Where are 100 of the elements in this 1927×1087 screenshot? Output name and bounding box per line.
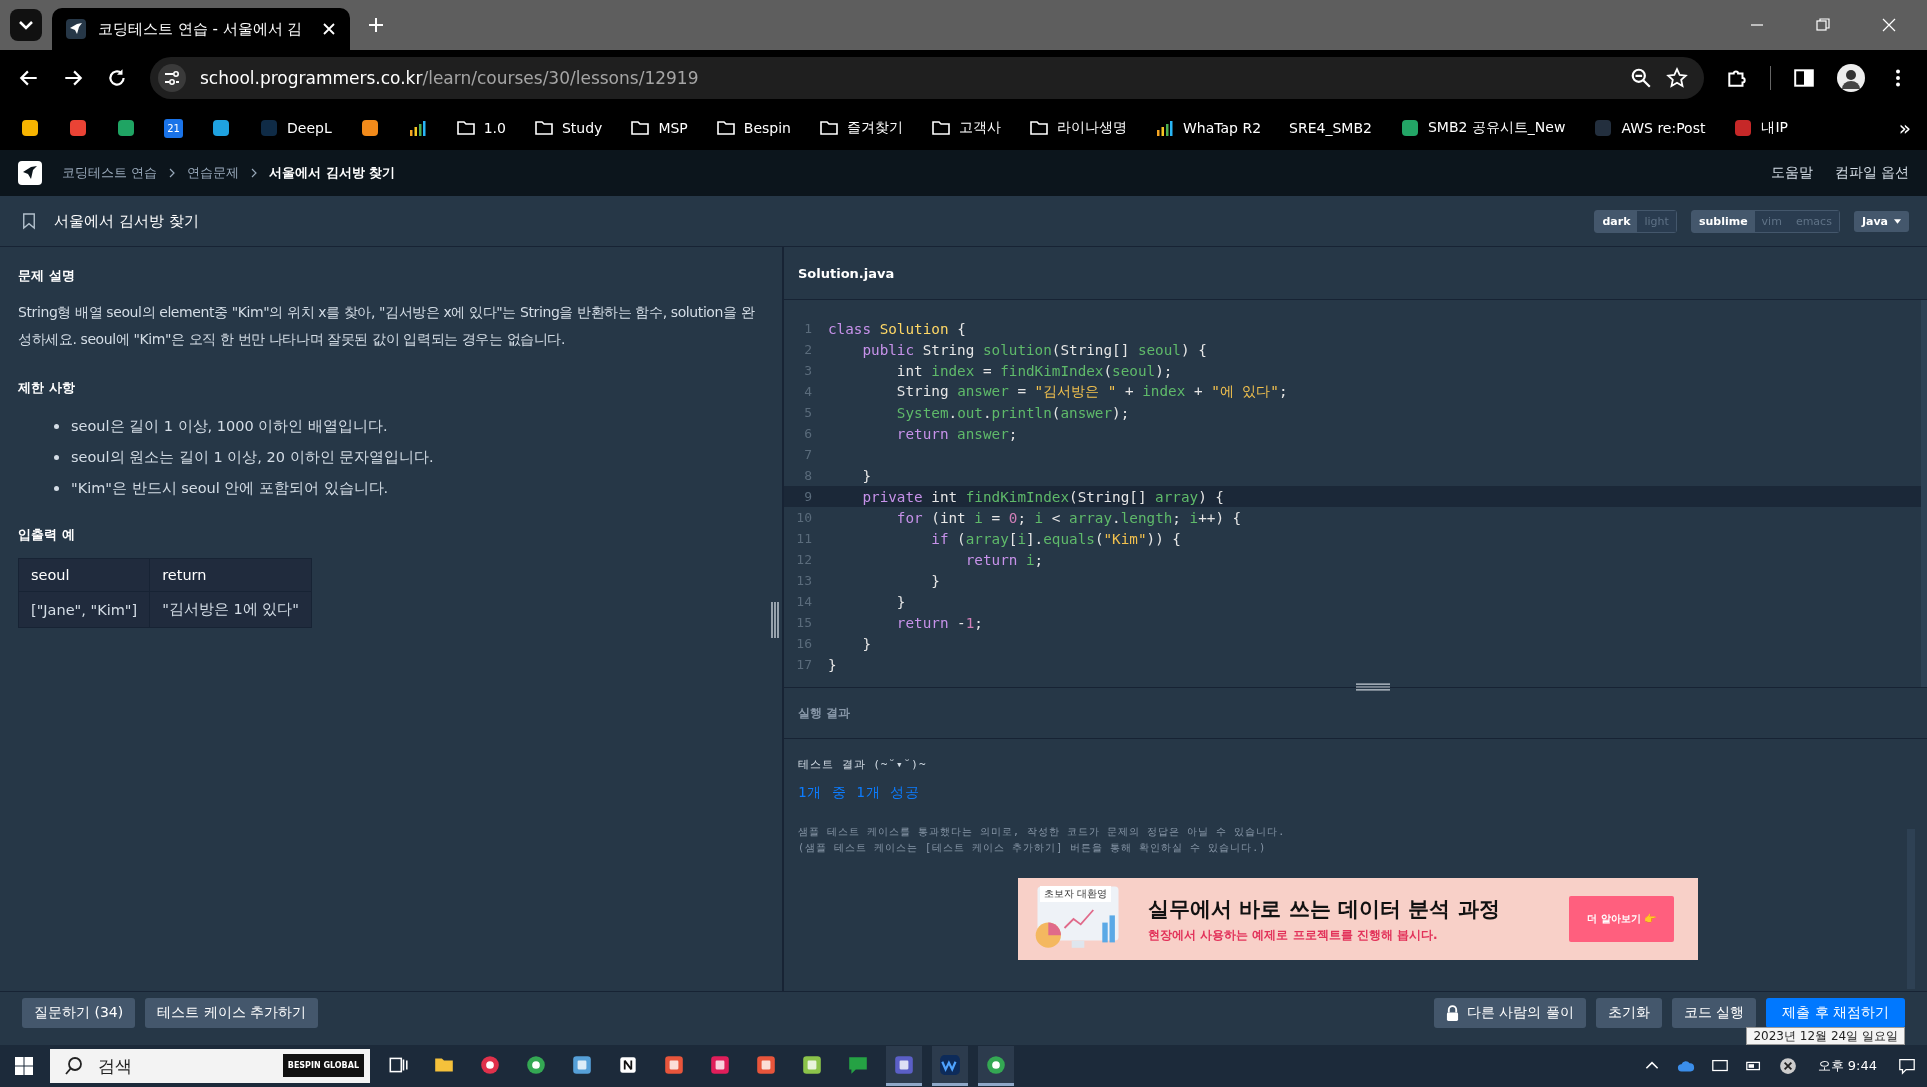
section-heading: 입출력 예 (18, 526, 76, 544)
bookmark[interactable]: AWS re:Post (1589, 115, 1710, 141)
search-badge: BESPIN GLOBAL (282, 1054, 364, 1077)
file-name: Solution.java (798, 265, 895, 281)
result-note: (샘플 테스트 케이스는 [테스트 케이스 추가하기] 버튼을 통해 확인하실 수 있습니다.) (798, 841, 1268, 855)
code-line: } (828, 656, 837, 673)
code-line: return i; (964, 551, 1044, 568)
bullet-icon (54, 424, 59, 429)
bookmark[interactable]: DeepL (255, 115, 336, 141)
site-icon (1593, 118, 1614, 138)
site-icon (1399, 118, 1420, 138)
more-bookmarks[interactable]: » (1898, 116, 1911, 140)
site-icon (68, 118, 88, 138)
ad-banner[interactable]: 초보자 대환영 실무에서 바로 쓰는 데이터 분석 과정 현장에서 사용하는 예제로 프로젝트를 진행해 봅시다. 더 알아보기 👉 (1018, 878, 1698, 960)
app-tile-icon[interactable] (663, 1053, 685, 1076)
result-note: 샘플 테스트 케이스를 통과했다는 의미로, 작성한 코드가 문제의 정답은 아닐 수 있습니다. (798, 825, 1287, 839)
table-cell: ["Jane", "Kim"] (18, 591, 150, 628)
zoom-out-icon[interactable] (1630, 67, 1652, 89)
action-button[interactable]: 테스트 케이스 추가하기 (145, 998, 319, 1028)
nav-link[interactable]: 도움말 (1770, 164, 1813, 182)
circle-app-icon[interactable] (479, 1053, 501, 1076)
bookmark[interactable]: 내IP (1729, 115, 1793, 141)
bookmark[interactable]: 라이나생명 (1025, 115, 1131, 141)
constraint-text: seoul은 길이 1 이상, 1000 이하인 배열입니다. (71, 417, 388, 436)
bar-chart-icon (1155, 118, 1175, 138)
bar-chart-icon (407, 118, 428, 138)
app-tile-icon[interactable] (709, 1053, 731, 1076)
bird-icon (66, 19, 86, 39)
bookmark[interactable]: SRE4_SMB2 (1285, 117, 1376, 139)
site-settings-icon[interactable] (158, 64, 186, 92)
app-tile-icon[interactable] (893, 1053, 915, 1076)
mute-icon[interactable] (1778, 1057, 1797, 1075)
bookmark[interactable]: SMB2 공유시트_New (1395, 115, 1570, 141)
close-icon[interactable] (322, 22, 336, 36)
folder-icon (819, 118, 839, 138)
app-tile-icon[interactable] (571, 1053, 593, 1076)
windows-icon[interactable] (14, 1056, 34, 1076)
wave-icon[interactable] (939, 1053, 961, 1076)
action-button[interactable]: 다른 사람의 풀이 (1433, 998, 1586, 1028)
breadcrumb-link[interactable]: 서울에서 김서방 찾기 (269, 164, 396, 182)
action-button[interactable]: 질문하기 (34) (22, 998, 136, 1028)
code-line: return -1; (895, 614, 983, 631)
action-button[interactable]: 초기화 (1595, 998, 1662, 1028)
folder-icon (455, 118, 476, 138)
toggle-option[interactable]: sublime (1691, 210, 1755, 232)
action-button[interactable]: 제출 후 채점하기 (1766, 998, 1905, 1028)
bookmark[interactable]: 고객사 (927, 115, 1005, 141)
bookmark[interactable]: MSP (626, 115, 692, 141)
bookmark[interactable]: Bespin (711, 115, 795, 141)
restore-icon[interactable] (1815, 17, 1831, 33)
code-line: return answer; (895, 425, 1018, 442)
date-tooltip: 2023년 12월 24일 일요일 (1746, 1027, 1905, 1045)
drag-handle-icon[interactable] (1355, 682, 1390, 692)
breadcrumb-link[interactable]: 연습문제 (187, 164, 240, 182)
star-icon[interactable] (1666, 67, 1688, 89)
result-title: 테스트 결과 (~˘▾˘)~ (798, 757, 928, 772)
toggle-option[interactable]: dark (1595, 210, 1638, 232)
circle-app-icon[interactable] (525, 1053, 547, 1076)
bookmark-icon[interactable] (22, 212, 36, 230)
code-line: System.out.println(answer); (895, 404, 1130, 421)
section-heading: 문제 설명 (18, 267, 76, 285)
search-icon (64, 1056, 84, 1076)
puzzle-icon[interactable] (1726, 67, 1748, 89)
bookmark[interactable]: Study (529, 115, 607, 141)
address-bar[interactable]: school.programmers.co.kr/learn/courses/30/lessons/12919 (150, 57, 1704, 99)
action-button[interactable]: 코드 실행 (1671, 998, 1757, 1028)
code-line: } (861, 467, 872, 484)
bookmark[interactable]: WhaTap R2 (1151, 115, 1266, 141)
banner-subtitle: 현장에서 사용하는 예제로 프로젝트를 진행해 봅시다. (1148, 926, 1439, 944)
avatar-icon[interactable] (1837, 64, 1865, 92)
bookmark[interactable]: 1.0 (451, 115, 510, 141)
circle-app-icon[interactable] (985, 1053, 1007, 1076)
clock[interactable]: 오후 9:44 (1817, 1057, 1877, 1075)
notification-icon[interactable] (1898, 1057, 1916, 1075)
section-heading: 실행 결과 (798, 704, 851, 722)
resize-handle-icon[interactable] (770, 602, 780, 638)
result-summary: 1개 중 1개 성공 (798, 784, 922, 802)
browser-tab[interactable]: 코딩테스트 연습 - 서울에서 김 (52, 8, 350, 50)
column-header: return (149, 558, 312, 592)
code-line: if (array[i].equals("Kim")) { (930, 530, 1181, 547)
site-icon (259, 118, 279, 138)
new-tab-icon[interactable] (368, 17, 384, 33)
problem-title: 서울에서 김서방 찾기 (54, 211, 199, 231)
scrollbar[interactable] (1921, 300, 1927, 687)
language-dropdown[interactable]: Java (1853, 210, 1909, 232)
app-tile-icon[interactable] (801, 1053, 823, 1076)
bookmark[interactable]: 즐겨찾기 (815, 115, 907, 141)
nav-link[interactable]: 컴파일 옵션 (1834, 164, 1909, 182)
reload-icon[interactable] (106, 67, 128, 89)
app-tile-icon[interactable] (755, 1053, 777, 1076)
bird-logo-icon[interactable] (18, 161, 42, 185)
constraint-text: "Kim"은 반드시 seoul 안에 포함되어 있습니다. (71, 479, 389, 498)
banner-title: 실무에서 바로 쓰는 데이터 분석 과정 (1148, 895, 1501, 923)
close-icon[interactable] (1881, 17, 1897, 33)
lock-icon (1445, 1004, 1459, 1022)
side-panel-icon[interactable] (1793, 67, 1815, 89)
tab-list-icon[interactable] (10, 9, 42, 41)
breadcrumb-link[interactable]: 코딩테스트 연습 (62, 164, 158, 182)
code-line: private int findKimIndex(String[] array) { (861, 488, 1224, 505)
code-line: String answer = "김서방은 " + index + "에 있다"; (895, 382, 1288, 401)
